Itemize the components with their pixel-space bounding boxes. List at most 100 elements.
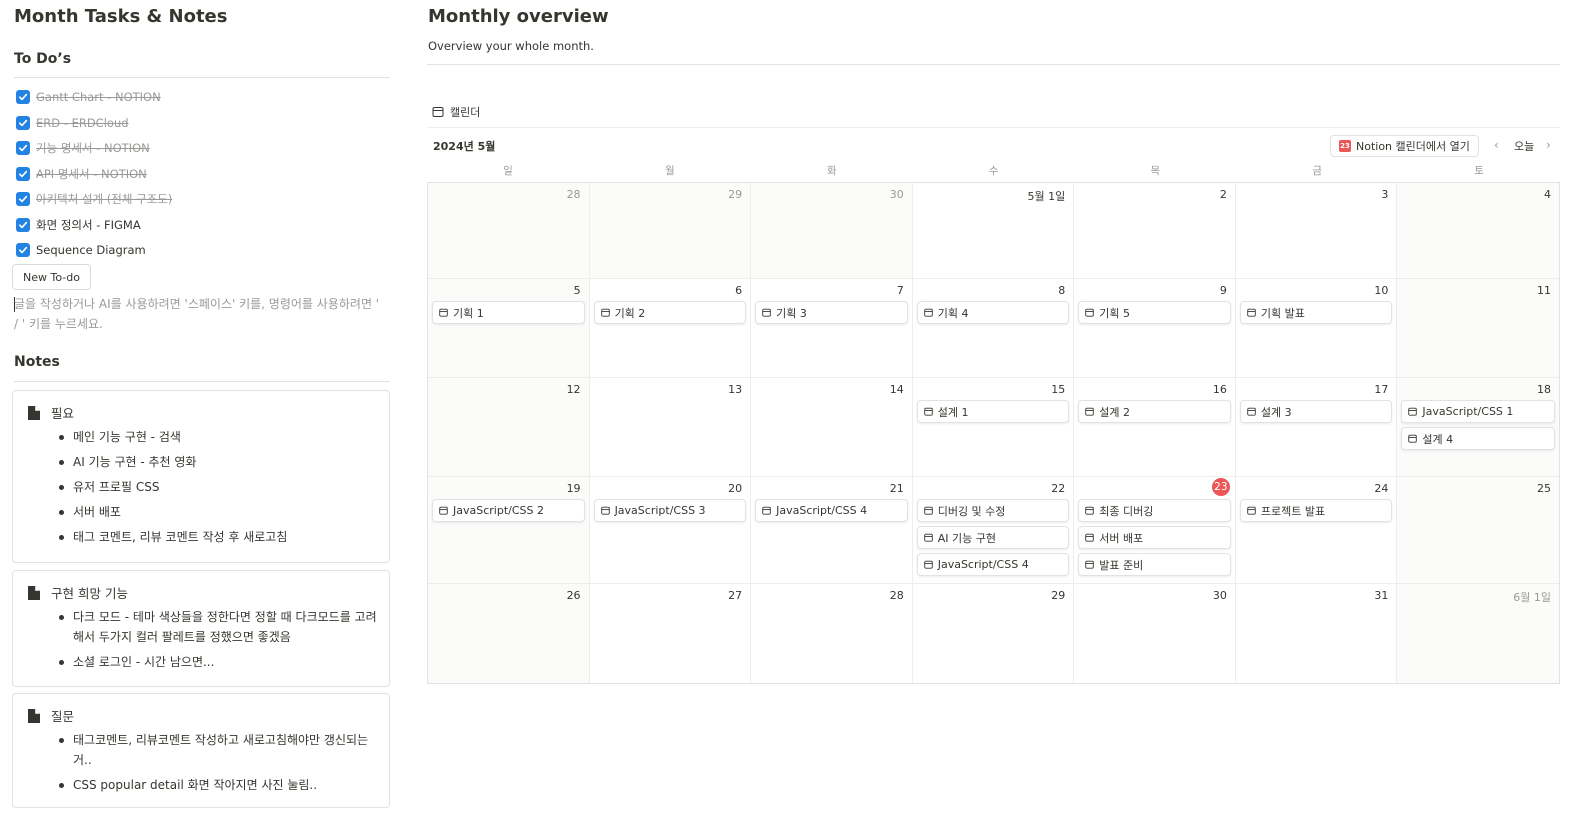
calendar-day-cell[interactable]: 30	[1074, 584, 1236, 683]
calendar-day-cell[interactable]: 11	[1397, 279, 1559, 378]
calendar-event[interactable]: 기획 1	[432, 301, 585, 324]
note-card[interactable]: 필요 메인 기능 구현 - 검색 AI 기능 구현 - 추천 영화 유저 프로필 CS…	[12, 390, 390, 563]
calendar-day-cell[interactable]: 6 기획 2	[589, 279, 752, 378]
checkbox-checked-icon[interactable]	[16, 115, 30, 130]
calendar-day-cell[interactable]: 28	[751, 584, 913, 683]
calendar-event[interactable]: 기획 2	[593, 301, 747, 324]
calendar-event-label: 설계 1	[937, 405, 969, 419]
calendar-day-cell[interactable]: 22 디버깅 및 수정 AI 기능 구현 JavaScript/CSS 4	[912, 477, 1075, 584]
calendar-day-cell[interactable]: 4	[1397, 183, 1559, 279]
calendar-event[interactable]: 설계 1	[916, 400, 1070, 423]
calendar-event[interactable]: 설계 3	[1239, 400, 1393, 423]
calendar-day-cell[interactable]: 26	[428, 584, 590, 683]
calendar-event-label: JavaScript/CSS 4	[776, 504, 868, 517]
calendar-day-cell[interactable]: 5 기획 1	[428, 279, 590, 378]
today-button[interactable]: 오늘	[1514, 138, 1534, 154]
calendar-day-cell[interactable]: 17 설계 3	[1235, 378, 1398, 477]
todo-label[interactable]: 화면 정의서 - FIGMA	[36, 217, 141, 233]
calendar-event[interactable]: 프로젝트 발표	[1239, 499, 1393, 522]
note-card[interactable]: 구현 희망 기능 다크 모드 - 테마 색상들을 정한다면 정할 때 다크모드를 …	[12, 570, 390, 687]
calendar-day-cell[interactable]: 24 프로젝트 발표	[1235, 477, 1398, 584]
note-card[interactable]: 질문 태그코멘트, 리뷰코멘트 작성하고 새로고침해야만 갱신되는 거.. CSS …	[12, 693, 390, 808]
event-calendar-icon	[1085, 506, 1099, 515]
calendar-day-cell[interactable]: 14	[751, 378, 913, 477]
calendar-event[interactable]: 설계 4	[1401, 427, 1555, 450]
calendar-day-cell[interactable]: 2	[1074, 183, 1236, 279]
open-in-notion-calendar-button[interactable]: 23 Notion 캘린더에서 열기	[1330, 135, 1479, 157]
checkbox-checked-icon[interactable]	[16, 90, 30, 104]
checkbox-checked-icon[interactable]	[16, 192, 30, 206]
todo-label[interactable]: 기능 명세서 - NOTION	[36, 140, 150, 156]
calendar-day-cell[interactable]: 30	[751, 183, 913, 279]
note-title[interactable]: 필요	[27, 403, 74, 422]
todo-label[interactable]: Sequence Diagram	[36, 243, 146, 257]
calendar-event[interactable]: 서버 배포	[1078, 526, 1231, 549]
calendar-day-cell[interactable]: 25	[1397, 477, 1559, 584]
calendar-day-cell[interactable]: 9 기획 5	[1074, 279, 1236, 378]
calendar-event[interactable]: 디버깅 및 수정	[916, 499, 1070, 522]
checkbox-checked-icon[interactable]	[16, 166, 30, 181]
note-title[interactable]: 구현 희망 기능	[27, 583, 128, 602]
todo-item: API 명세서 - NOTION	[16, 163, 147, 185]
calendar-day-cell[interactable]: 5월 1일	[912, 183, 1075, 279]
event-calendar-icon	[1408, 434, 1422, 443]
day-number: 18	[1536, 383, 1551, 396]
todos-heading: To Do’s	[14, 51, 72, 67]
checkbox-checked-icon[interactable]	[16, 217, 30, 232]
day-number: 24	[1374, 482, 1389, 495]
todo-label[interactable]: ERD - ERDCloud	[36, 116, 129, 130]
calendar-day-cell[interactable]: 20 JavaScript/CSS 3	[589, 477, 752, 584]
calendar-view-tab[interactable]: 캘린더	[432, 104, 480, 120]
calendar-day-cell[interactable]: 8 기획 4	[912, 279, 1075, 378]
calendar-day-cell[interactable]: 29	[589, 183, 752, 279]
day-number: 25	[1536, 482, 1551, 495]
calendar-event[interactable]: JavaScript/CSS 1	[1401, 400, 1555, 423]
next-month-button[interactable]: ›	[1546, 138, 1551, 152]
calendar-day-cell[interactable]: 31	[1236, 584, 1398, 683]
calendar-day-cell[interactable]: 13	[589, 378, 752, 477]
new-todo-button[interactable]: New To-do	[12, 264, 91, 290]
calendar-event[interactable]: 설계 2	[1078, 400, 1231, 423]
todo-label[interactable]: API 명세서 - NOTION	[36, 166, 147, 182]
calendar-event[interactable]: AI 기능 구현	[916, 526, 1070, 549]
calendar-day-cell[interactable]: 10 기획 발표	[1235, 279, 1398, 378]
calendar-event-label: 서버 배포	[1099, 531, 1144, 545]
calendar-day-cell[interactable]: 18 JavaScript/CSS 1 설계 4	[1397, 378, 1559, 477]
calendar-day-cell[interactable]: 3	[1235, 183, 1398, 279]
calendar-day-cell[interactable]: 19 JavaScript/CSS 2	[428, 477, 590, 584]
todo-label[interactable]: Gantt Chart - NOTION	[36, 90, 161, 104]
calendar-event[interactable]: JavaScript/CSS 2	[432, 499, 585, 522]
calendar-day-cell[interactable]: 12	[428, 378, 590, 477]
editor-placeholder[interactable]: 글을 작성하거나 AI를 사용하려면 '스페이스' 키를, 명령어를 사용하려면…	[14, 294, 386, 334]
calendar-day-cell[interactable]: 6월 1일	[1397, 584, 1559, 683]
calendar-day-cell[interactable]: 7 기획 3	[751, 279, 913, 378]
calendar-event[interactable]: 기획 5	[1078, 301, 1231, 324]
calendar-day-cell[interactable]: 23 최종 디버깅 서버 배포 발표 준비	[1074, 477, 1236, 584]
calendar-day-cell[interactable]: 28	[428, 183, 590, 279]
calendar-event[interactable]: 기획 4	[916, 301, 1070, 324]
overview-title: Monthly overview	[428, 6, 609, 27]
calendar-event[interactable]: 기획 발표	[1239, 301, 1393, 324]
checkbox-checked-icon[interactable]	[16, 243, 30, 257]
checkbox-checked-icon[interactable]	[16, 141, 30, 155]
event-calendar-icon	[1247, 308, 1261, 317]
day-number: 27	[728, 589, 743, 602]
prev-month-button[interactable]: ‹	[1494, 138, 1499, 152]
calendar-day-cell[interactable]: 27	[590, 584, 752, 683]
todo-label[interactable]: 아키텍처 설계 (전체 구조도)	[36, 191, 172, 207]
todo-item: 아키텍처 설계 (전체 구조도)	[16, 188, 172, 210]
calendar-event[interactable]: JavaScript/CSS 4	[755, 499, 908, 522]
calendar-day-cell[interactable]: 15 설계 1	[912, 378, 1075, 477]
calendar-day-cell[interactable]: 16 설계 2	[1074, 378, 1236, 477]
calendar-day-cell[interactable]: 29	[913, 584, 1075, 683]
calendar-event[interactable]: 발표 준비	[1078, 553, 1231, 576]
calendar-day-cell[interactable]: 21 JavaScript/CSS 4	[751, 477, 913, 584]
event-calendar-icon	[1247, 506, 1261, 515]
calendar-event[interactable]: JavaScript/CSS 3	[593, 499, 747, 522]
overview-subtitle: Overview your whole month.	[428, 39, 594, 53]
calendar-event[interactable]: 기획 3	[755, 301, 908, 324]
note-title[interactable]: 질문	[27, 706, 74, 725]
day-number: 6	[735, 284, 743, 297]
calendar-event[interactable]: 최종 디버깅	[1078, 499, 1231, 522]
calendar-event[interactable]: JavaScript/CSS 4	[916, 553, 1070, 576]
